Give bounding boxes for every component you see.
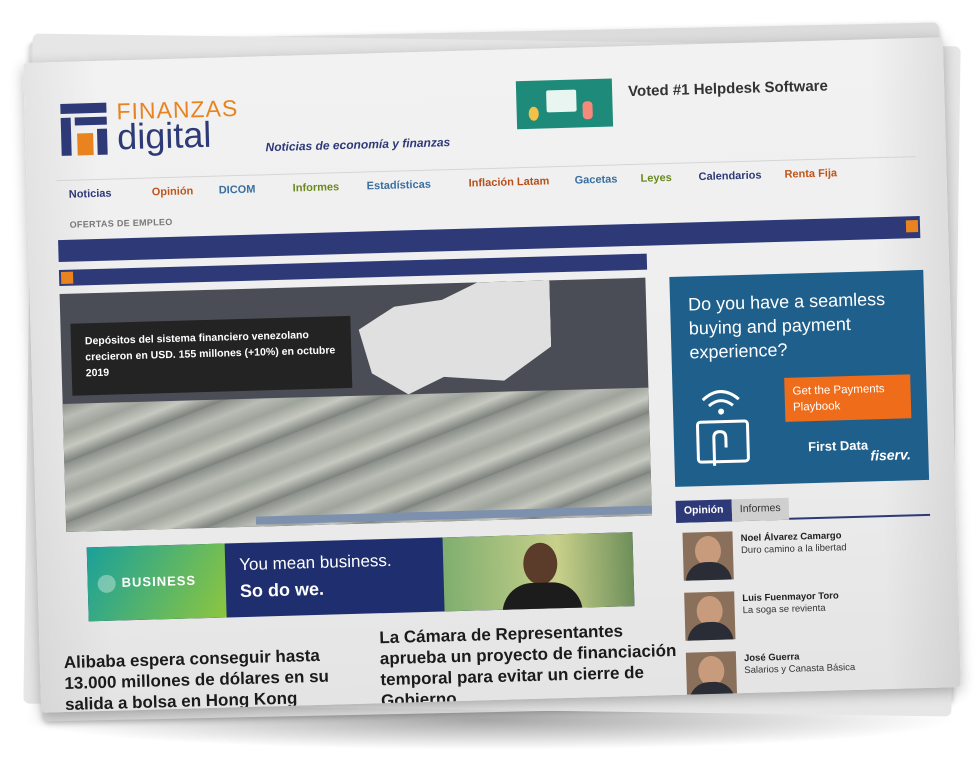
first-data-logo: First Data bbox=[807, 437, 869, 455]
author-photo bbox=[684, 591, 736, 641]
nav-item-noticias[interactable]: Noticias bbox=[69, 188, 112, 201]
nav-item-opinion[interactable]: Opinión bbox=[152, 185, 194, 198]
banner-line-1: You mean business. bbox=[238, 550, 392, 575]
get-payments-playbook-button[interactable]: Get the Payments Playbook bbox=[784, 374, 912, 422]
sidebar-tabs: Opinión Informes bbox=[675, 493, 931, 523]
nav-item-informes[interactable]: Informes bbox=[293, 181, 340, 194]
nav-item-estadisticas[interactable]: Estadísticas bbox=[367, 179, 432, 193]
featured-caption-box[interactable]: Depósitos del sistema financiero venezol… bbox=[70, 315, 353, 396]
tab-opinion[interactable]: Opinión bbox=[675, 499, 732, 523]
featured-caption: Depósitos del sistema financiero venezol… bbox=[84, 329, 336, 380]
list-item[interactable]: Luis Fuenmayor Toro La soga se revienta bbox=[678, 582, 933, 645]
top-ad-text: Voted #1 Helpdesk Software bbox=[627, 77, 829, 101]
uic-circle-icon bbox=[97, 574, 116, 594]
divider-accent bbox=[905, 220, 919, 233]
logo-wordmark-bottom: digital bbox=[116, 113, 212, 158]
first-data-ad-text: Do you have a seamless buying and paymen… bbox=[687, 288, 886, 363]
nav-item-inflacion-latam[interactable]: Inflación Latam bbox=[468, 175, 549, 189]
banner-line-2: So do we. bbox=[239, 578, 325, 602]
banner-person-photo bbox=[442, 532, 635, 614]
fiserv-logo: fiserv. bbox=[870, 446, 912, 464]
nav-item-leyes[interactable]: Leyes bbox=[640, 172, 672, 185]
featured-accent bbox=[60, 271, 74, 284]
uic-business-banner-ad[interactable]: BUSINESS You mean business. So do we. bbox=[86, 532, 635, 622]
article-title: Duro camino a la libertad bbox=[740, 542, 847, 557]
first-data-ad[interactable]: Do you have a seamless buying and paymen… bbox=[669, 269, 930, 487]
author-name: José Guerra bbox=[743, 651, 800, 665]
site-header: FINANZAS digital Noticias de economía y … bbox=[54, 58, 916, 172]
nav-item-dicom[interactable]: DICOM bbox=[219, 184, 256, 197]
nav-item-renta-fija[interactable]: Renta Fija bbox=[784, 167, 837, 180]
banner-brand: BUSINESS bbox=[121, 572, 197, 590]
logo-mark-icon bbox=[60, 102, 109, 156]
tab-informes[interactable]: Informes bbox=[731, 497, 790, 522]
tap-payment-icon bbox=[695, 390, 750, 466]
nav-item-gacetas[interactable]: Gacetas bbox=[574, 173, 617, 186]
nav-item-ofertas-de-empleo[interactable]: OFERTAS DE EMPLEO bbox=[70, 217, 173, 230]
featured-slider[interactable]: Depósitos del sistema financiero venezol… bbox=[59, 277, 652, 532]
nav-item-calendarios[interactable]: Calendarios bbox=[698, 169, 761, 183]
banner-brand-panel: BUSINESS bbox=[86, 543, 227, 622]
top-ad[interactable]: Voted #1 Helpdesk Software bbox=[515, 71, 877, 137]
section-divider-bar bbox=[58, 215, 921, 263]
site-tagline: Noticias de economía y finanzas bbox=[265, 135, 451, 155]
author-photo bbox=[682, 531, 734, 581]
opinion-list: Noel Álvarez Camargo Duro camino a la li… bbox=[676, 522, 930, 701]
list-item[interactable]: Noel Álvarez Camargo Duro camino a la li… bbox=[676, 522, 931, 585]
author-photo bbox=[685, 651, 738, 701]
site-logo[interactable]: FINANZAS digital bbox=[60, 94, 262, 164]
uic-logo: BUSINESS bbox=[97, 572, 197, 594]
article-title: Salarios y Canasta Básica bbox=[744, 661, 856, 677]
article-title: La soga se revienta bbox=[742, 602, 826, 617]
newspaper-front-page: FINANZAS digital Noticias de economía y … bbox=[23, 37, 961, 713]
headline-alibaba[interactable]: Alibaba espera conseguir hasta 13.000 mi… bbox=[64, 644, 366, 713]
helpdesk-ad-illustration bbox=[515, 78, 614, 130]
